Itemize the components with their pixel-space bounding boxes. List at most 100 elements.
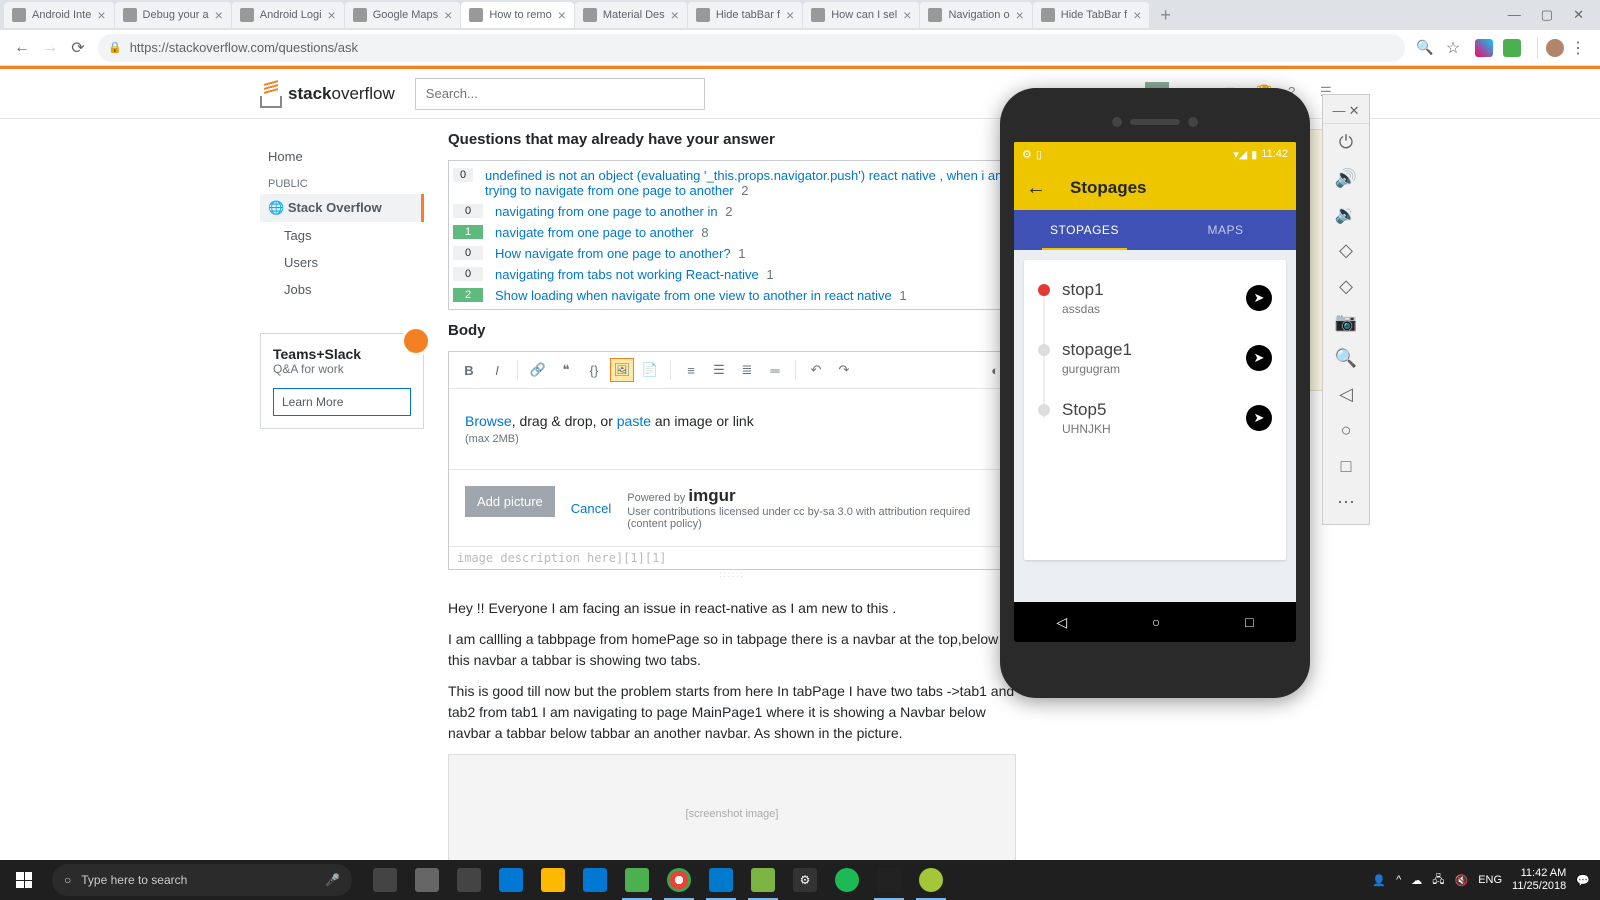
camera-button[interactable]: 📷: [1323, 304, 1369, 340]
maximize-button[interactable]: ▢: [1541, 7, 1553, 23]
extension-icon[interactable]: [1475, 39, 1493, 57]
tab-close-icon[interactable]: ×: [558, 7, 566, 23]
close-button[interactable]: ✕: [1573, 7, 1584, 23]
stop-item[interactable]: Stop5UHNJKH➤: [1024, 388, 1286, 448]
taskbar-app[interactable]: [742, 860, 784, 900]
add-picture-button[interactable]: Add picture: [465, 486, 555, 517]
extension-icon[interactable]: [1503, 39, 1521, 57]
tray-volume-icon[interactable]: 🔇: [1455, 874, 1469, 887]
taskbar-chrome[interactable]: [658, 860, 700, 900]
suggestion-item[interactable]: 0undefined is not an object (evaluating …: [453, 165, 1011, 201]
taskbar-android-studio[interactable]: [910, 860, 952, 900]
task-view-button[interactable]: [364, 860, 406, 900]
taskbar-app[interactable]: [490, 860, 532, 900]
stop-item[interactable]: stop1assdas➤: [1024, 268, 1286, 328]
tab-maps[interactable]: MAPS: [1155, 210, 1296, 250]
stops-list[interactable]: stop1assdas➤stopage1gurgugram➤Stop5UHNJK…: [1024, 260, 1286, 560]
learn-more-button[interactable]: Learn More: [273, 388, 411, 416]
emu-home-button[interactable]: ○: [1323, 412, 1369, 448]
emu-overview-button[interactable]: □: [1323, 448, 1369, 484]
power-button[interactable]: ⏻: [1323, 124, 1369, 160]
rotate-right-button[interactable]: ◇: [1323, 268, 1369, 304]
browser-tab[interactable]: Hide tabBar f×: [688, 2, 802, 28]
back-arrow[interactable]: ←: [1026, 177, 1046, 200]
taskbar-app[interactable]: [616, 860, 658, 900]
taskbar-terminal[interactable]: [868, 860, 910, 900]
link-button[interactable]: 🔗: [526, 358, 550, 382]
tray-network-icon[interactable]: 🖧: [1432, 871, 1444, 890]
tab-close-icon[interactable]: ×: [97, 7, 105, 23]
nav-users[interactable]: Users: [260, 249, 424, 276]
suggestion-item[interactable]: 0navigating from tabs not working React-…: [453, 264, 1011, 285]
forward-button[interactable]: →: [36, 34, 64, 62]
navigate-icon[interactable]: ➤: [1246, 345, 1272, 371]
nav-home[interactable]: Home: [260, 143, 424, 170]
tray-language[interactable]: ENG: [1478, 874, 1502, 886]
new-tab-button[interactable]: +: [1150, 5, 1181, 26]
zoom-button[interactable]: 🔍: [1323, 340, 1369, 376]
suggestion-item[interactable]: 0navigating from one page to another in …: [453, 201, 1011, 222]
taskbar-app[interactable]: [826, 860, 868, 900]
browser-tab[interactable]: How can I sel×: [803, 2, 919, 28]
menu-button[interactable]: ⋮: [1564, 34, 1592, 62]
taskbar-settings[interactable]: ⚙: [784, 860, 826, 900]
cancel-link[interactable]: Cancel: [571, 501, 611, 516]
browser-tab[interactable]: Android Logi×: [232, 2, 344, 28]
navigate-icon[interactable]: ➤: [1246, 285, 1272, 311]
tray-clock[interactable]: 11:42 AM 11/25/2018: [1512, 867, 1566, 893]
bookmark-icon[interactable]: ☆: [1439, 34, 1467, 62]
tab-close-icon[interactable]: ×: [903, 7, 911, 23]
taskbar-app[interactable]: [574, 860, 616, 900]
browser-tab[interactable]: Hide TabBar f×: [1033, 2, 1150, 28]
suggestion-item[interactable]: 0How navigate from one page to another? …: [453, 243, 1011, 264]
browse-link[interactable]: Browse: [465, 413, 512, 429]
nav-recent[interactable]: □: [1245, 614, 1253, 630]
olist-button[interactable]: ≡: [679, 358, 703, 382]
tab-stopages[interactable]: STOPAGES: [1014, 210, 1155, 250]
emu-minimize[interactable]: —: [1333, 103, 1346, 119]
upload-dropzone[interactable]: Browse, drag & drop, or paste an image o…: [449, 389, 1015, 469]
browser-tab[interactable]: Android Inte×: [4, 2, 114, 28]
zoom-icon[interactable]: 🔍: [1411, 34, 1439, 62]
tab-close-icon[interactable]: ×: [1016, 7, 1024, 23]
search-input[interactable]: [415, 78, 705, 110]
tray-onedrive-icon[interactable]: ☁: [1411, 874, 1422, 887]
nav-home[interactable]: ○: [1152, 614, 1160, 630]
taskbar-app[interactable]: [532, 860, 574, 900]
nav-tags[interactable]: Tags: [260, 222, 424, 249]
browser-tab[interactable]: How to remo×: [461, 2, 574, 28]
hr-button[interactable]: ═: [763, 358, 787, 382]
notifications-button[interactable]: 💬: [1576, 874, 1590, 887]
stop-item[interactable]: stopage1gurgugram➤: [1024, 328, 1286, 388]
browser-tab[interactable]: Google Maps×: [345, 2, 461, 28]
navigate-icon[interactable]: ➤: [1246, 405, 1272, 431]
italic-button[interactable]: I: [485, 358, 509, 382]
tray-people-icon[interactable]: 👤: [1372, 874, 1386, 887]
suggestion-item[interactable]: 2Show loading when navigate from one vie…: [453, 285, 1011, 306]
tab-close-icon[interactable]: ×: [1133, 7, 1141, 23]
resize-handle[interactable]: ::::::: [448, 570, 1016, 582]
taskbar-app[interactable]: [406, 860, 448, 900]
tab-close-icon[interactable]: ×: [215, 7, 223, 23]
taskbar-vscode[interactable]: [700, 860, 742, 900]
start-button[interactable]: [0, 860, 48, 900]
reload-button[interactable]: ⟳: [64, 34, 92, 62]
emu-back-button[interactable]: ◁: [1323, 376, 1369, 412]
volume-down-button[interactable]: 🔉: [1323, 196, 1369, 232]
suggestions-list[interactable]: 0undefined is not an object (evaluating …: [448, 160, 1016, 310]
taskbar-app[interactable]: [448, 860, 490, 900]
image-button[interactable]: 🖼: [610, 358, 634, 382]
nav-stack-overflow[interactable]: 🌐 Stack Overflow: [260, 194, 424, 222]
quote-button[interactable]: ❝: [554, 358, 578, 382]
profile-avatar[interactable]: [1546, 39, 1564, 57]
emu-close[interactable]: ✕: [1349, 103, 1360, 119]
taskbar-search[interactable]: ○ Type here to search 🎤: [52, 864, 352, 896]
paste-link[interactable]: paste: [617, 413, 651, 429]
nav-jobs[interactable]: Jobs: [260, 276, 424, 303]
minimize-button[interactable]: —: [1508, 7, 1521, 23]
browser-tab[interactable]: Navigation o×: [920, 2, 1031, 28]
code-button[interactable]: {}: [582, 358, 606, 382]
volume-up-button[interactable]: 🔊: [1323, 160, 1369, 196]
url-bar[interactable]: 🔒 https://stackoverflow.com/questions/as…: [98, 34, 1405, 62]
tab-close-icon[interactable]: ×: [671, 7, 679, 23]
